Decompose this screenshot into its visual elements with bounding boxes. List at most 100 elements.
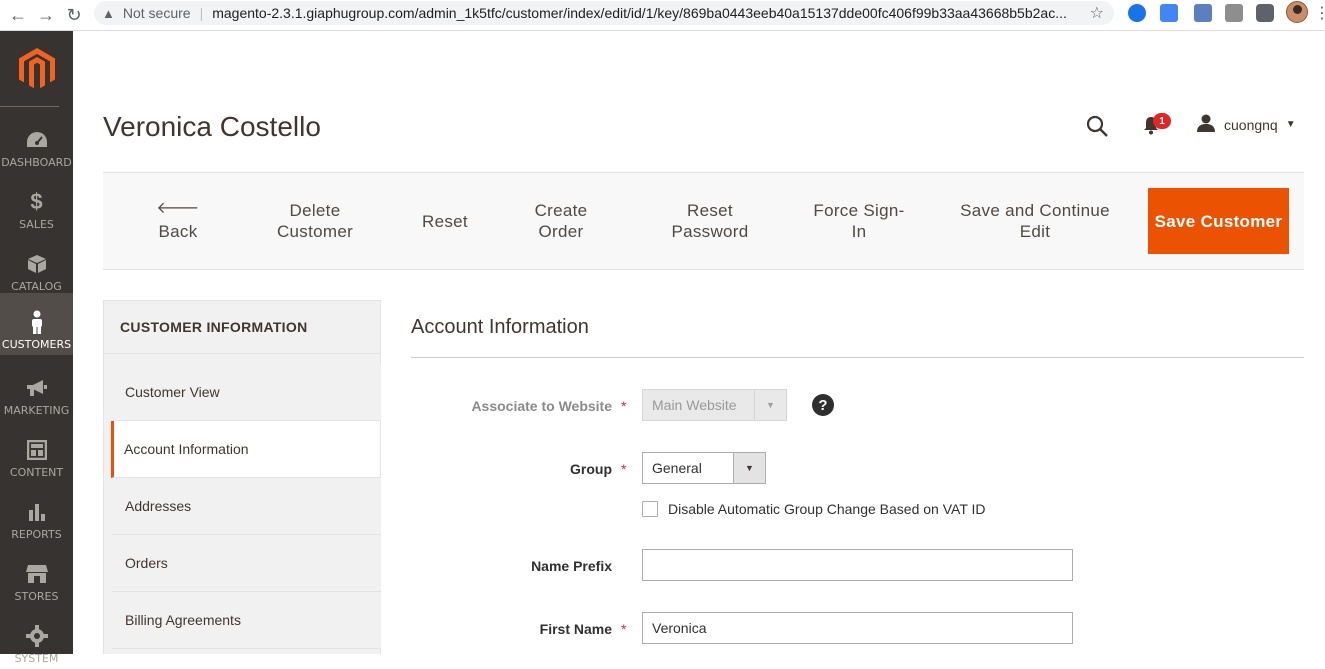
tab-account-information[interactable]: Account Information — [111, 421, 380, 478]
tabs-title: CUSTOMER INFORMATION — [104, 301, 380, 354]
extension-g-icon[interactable] — [1128, 4, 1146, 22]
logo-divider — [0, 106, 59, 107]
chevron-down-icon: ▼ — [733, 453, 765, 483]
gear-icon — [25, 624, 49, 648]
tab-label: Billing Agreements — [125, 612, 241, 628]
tab-customer-view[interactable]: Customer View — [112, 364, 381, 421]
layout-icon — [25, 438, 49, 462]
admin-menu: Dashboard $ Sales Catalog Customers Mark… — [0, 31, 73, 665]
group-select[interactable]: General ▼ — [642, 452, 766, 484]
first-name-input[interactable]: Veronica — [642, 612, 1073, 644]
customer-information-tabs: CUSTOMER INFORMATION Customer View Accou… — [103, 300, 381, 654]
tab-orders[interactable]: Orders — [112, 535, 381, 592]
website-label: Associate to Website — [471, 398, 612, 414]
menu-label: Marketing — [3, 404, 70, 417]
tab-addresses[interactable]: Addresses — [112, 478, 381, 535]
menu-label: Sales — [19, 218, 54, 231]
person-icon — [25, 310, 49, 334]
delete-customer-label: Delete Customer — [276, 201, 354, 241]
chevron-down-icon: ▼ — [754, 390, 786, 420]
box-icon — [25, 252, 49, 276]
address-bar[interactable]: ▲ Not secure | magento-2.3.1.giaphugroup… — [94, 1, 1114, 25]
reload-icon[interactable]: ↻ — [60, 3, 88, 27]
page-title: Veronica Costello — [103, 111, 321, 142]
required-asterisk: * — [621, 461, 627, 477]
delete-customer-button[interactable]: Delete Customer — [255, 173, 375, 269]
force-signin-button[interactable]: Force Sign-In — [809, 173, 909, 269]
warning-icon: ▲ — [102, 5, 115, 21]
menu-item-marketing[interactable]: Marketing — [0, 359, 73, 421]
save-continue-label: Save and Continue Edit — [960, 201, 1110, 241]
menu-item-dashboard[interactable]: Dashboard — [0, 111, 73, 173]
disable-vat-group-change-checkbox[interactable] — [642, 501, 658, 517]
profile-avatar[interactable] — [1286, 1, 1308, 23]
browser-menu-icon[interactable]: ⋮ — [1314, 3, 1325, 23]
dashboard-icon — [25, 128, 49, 152]
tab-billing-agreements[interactable]: Billing Agreements — [112, 592, 381, 649]
reset-button[interactable]: Reset — [410, 173, 480, 269]
reset-label: Reset — [422, 211, 468, 231]
menu-item-stores[interactable]: Stores — [0, 545, 73, 607]
menu-label: Content — [9, 466, 64, 479]
first-name-label: First Name — [539, 621, 612, 637]
reset-password-label: Reset Password — [671, 201, 749, 241]
url-text: magento-2.3.1.giaphugroup.com/admin_1k5t… — [212, 5, 1067, 21]
user-name: cuongnq — [1224, 116, 1278, 133]
group-select-value: General — [652, 460, 702, 476]
website-select: Main Website ▼ — [642, 389, 787, 421]
disable-vat-group-change-label[interactable]: Disable Automatic Group Change Based on … — [668, 501, 986, 517]
menu-label: Dashboard — [1, 156, 72, 169]
back-nav-icon[interactable]: ← — [4, 3, 32, 27]
tab-label: Account Information — [124, 441, 249, 457]
menu-label: Stores — [14, 590, 59, 603]
arrow-left-icon: 🡐 — [156, 199, 200, 217]
menu-label: Customers — [1, 338, 72, 351]
save-customer-label: Save Customer — [1154, 211, 1283, 231]
reset-password-button[interactable]: Reset Password — [661, 173, 759, 269]
menu-item-reports[interactable]: Reports — [0, 483, 73, 545]
create-order-label: Create Order — [534, 201, 588, 241]
force-signin-label: Force Sign-In — [813, 201, 905, 241]
back-button-label: Back — [158, 221, 198, 241]
menu-item-content[interactable]: Content — [0, 421, 73, 483]
store-icon — [25, 562, 49, 586]
menu-label: Catalog — [11, 280, 62, 293]
forward-nav-icon[interactable]: → — [32, 3, 60, 27]
website-select-value: Main Website — [652, 397, 737, 413]
extension-code-icon[interactable] — [1225, 4, 1243, 22]
search-icon[interactable] — [1085, 114, 1109, 138]
user-icon — [1196, 113, 1216, 136]
extension-translate-icon[interactable] — [1160, 4, 1178, 22]
menu-label: Reports — [11, 528, 62, 541]
section-title: Account Information — [411, 316, 589, 338]
create-order-button[interactable]: Create Order — [525, 173, 597, 269]
megaphone-icon — [25, 376, 49, 400]
security-label: Not secure — [122, 5, 191, 21]
menu-item-sales[interactable]: $ Sales — [0, 173, 73, 235]
group-label: Group — [570, 461, 612, 477]
back-button[interactable]: 🡐 Back — [143, 173, 213, 269]
tab-label: Addresses — [125, 498, 192, 514]
name-prefix-input[interactable] — [642, 549, 1073, 581]
name-prefix-label: Name Prefix — [531, 558, 612, 574]
chevron-down-icon: ▼ — [1285, 119, 1296, 130]
bookmark-star-icon[interactable]: ☆ — [1090, 3, 1104, 23]
address-separator: | — [199, 5, 204, 21]
tab-label: Customer View — [125, 384, 220, 400]
browser-toolbar: ← → ↻ ▲ Not secure | magento-2.3.1.giaph… — [0, 0, 1325, 31]
extension-screen-icon[interactable] — [1194, 4, 1212, 22]
section-divider — [411, 357, 1304, 358]
menu-item-system[interactable]: System — [0, 607, 73, 669]
user-account-menu[interactable]: cuongnq ▼ — [1196, 113, 1296, 136]
save-customer-button[interactable]: Save Customer — [1148, 188, 1289, 254]
bar-chart-icon — [25, 500, 49, 524]
extensions-puzzle-icon[interactable] — [1256, 4, 1274, 22]
save-and-continue-button[interactable]: Save and Continue Edit — [955, 173, 1115, 269]
dollar-icon: $ — [30, 189, 43, 214]
help-icon[interactable]: ? — [812, 394, 834, 416]
notification-count-badge: 1 — [1153, 113, 1171, 129]
magento-logo-icon[interactable] — [0, 31, 73, 107]
menu-item-customers[interactable]: Customers — [0, 293, 73, 355]
tab-label: Orders — [125, 555, 168, 571]
menu-item-catalog[interactable]: Catalog — [0, 235, 73, 297]
